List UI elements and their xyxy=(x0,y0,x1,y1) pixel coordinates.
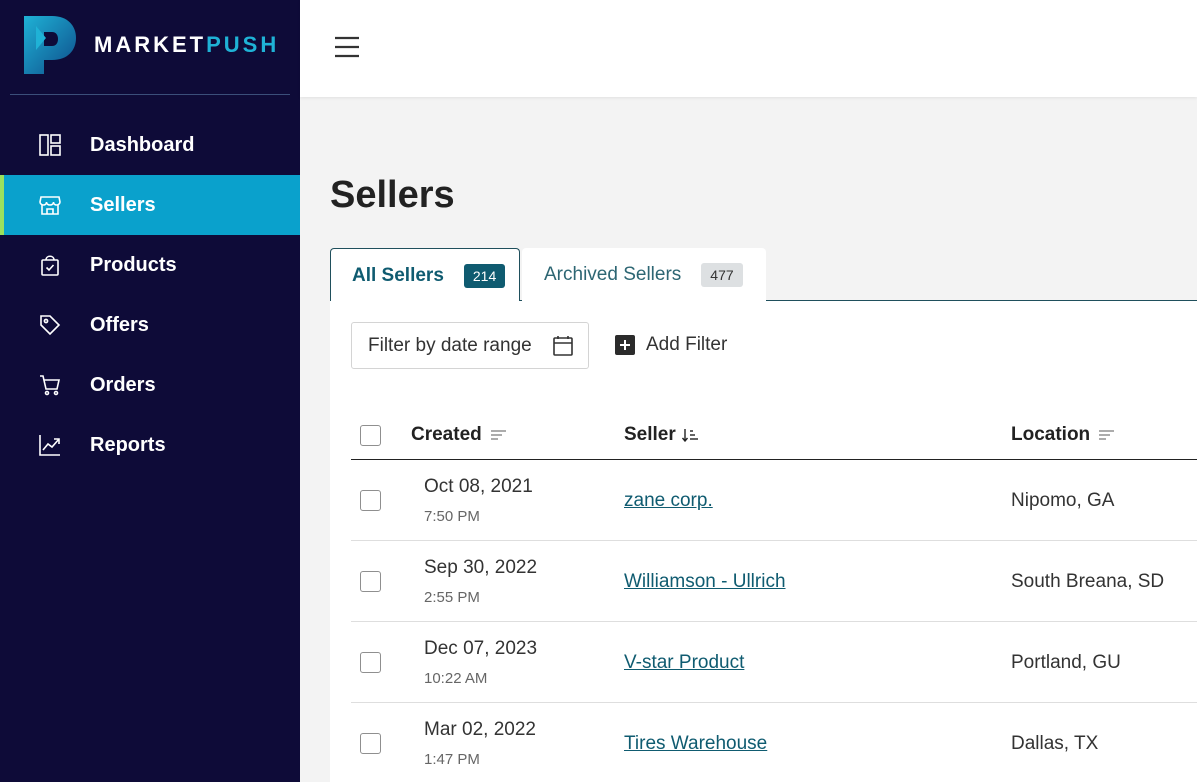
sidebar-item-dashboard[interactable]: Dashboard xyxy=(0,115,300,175)
table-row: Sep 30, 2022 2:55 PM Williamson - Ullric… xyxy=(351,541,1197,622)
store-icon xyxy=(38,193,62,217)
table-row: Mar 02, 2022 1:47 PM Tires Warehouse Dal… xyxy=(351,703,1197,782)
seller-link[interactable]: zane corp. xyxy=(624,490,713,512)
seller-tabs: All Sellers 214 Archived Sellers 477 xyxy=(330,248,1197,302)
date-range-filter[interactable]: Filter by date range xyxy=(351,322,589,369)
sort-icon xyxy=(490,430,506,440)
created-date: Sep 30, 2022 xyxy=(424,557,538,578)
column-header-location[interactable]: Location xyxy=(1011,424,1115,446)
location-text: Dallas, TX xyxy=(1011,733,1099,754)
marketpush-logo-icon xyxy=(24,16,76,74)
column-header-created[interactable]: Created xyxy=(411,424,507,446)
location-text: Portland, GU xyxy=(1011,652,1121,673)
tab-archived-sellers[interactable]: Archived Sellers 477 xyxy=(522,248,766,301)
sidebar-nav: Dashboard Sellers Products Offers Orders xyxy=(0,115,300,475)
sidebar-item-products[interactable]: Products xyxy=(0,235,300,295)
created-time: 2:55 PM xyxy=(424,589,480,606)
tab-label: All Sellers xyxy=(352,264,444,286)
top-bar xyxy=(300,0,1197,97)
chart-icon xyxy=(38,433,62,457)
sidebar-item-orders[interactable]: Orders xyxy=(0,355,300,415)
sort-icon xyxy=(1099,430,1115,440)
brand-name: MARKETPUSH xyxy=(94,32,279,58)
sidebar-item-label: Offers xyxy=(90,313,149,336)
created-date: Mar 02, 2022 xyxy=(424,719,536,740)
sellers-panel: Filter by date range Add Filter Created … xyxy=(330,301,1197,782)
sidebar-item-label: Reports xyxy=(90,433,166,456)
sidebar: MARKETPUSH Dashboard Sellers Products Of… xyxy=(0,0,300,782)
sidebar-item-label: Sellers xyxy=(90,193,156,216)
add-filter-button[interactable]: Add Filter xyxy=(615,334,727,356)
location-text: Nipomo, GA xyxy=(1011,490,1115,511)
sidebar-item-offers[interactable]: Offers xyxy=(0,295,300,355)
count-badge: 477 xyxy=(701,262,743,287)
created-date: Dec 07, 2023 xyxy=(424,638,538,659)
row-checkbox[interactable] xyxy=(360,733,381,754)
add-filter-label: Add Filter xyxy=(646,334,728,355)
brand-logo[interactable]: MARKETPUSH xyxy=(22,16,279,74)
page-title: Sellers xyxy=(330,174,455,216)
seller-link[interactable]: Tires Warehouse xyxy=(624,733,767,755)
sidebar-divider xyxy=(10,94,290,95)
tag-icon xyxy=(38,313,62,337)
date-range-placeholder: Filter by date range xyxy=(368,334,532,356)
hamburger-menu-button[interactable] xyxy=(333,34,361,60)
brand-name-part2: PUSH xyxy=(206,32,280,57)
column-label: Location xyxy=(1011,424,1091,445)
sidebar-item-sellers[interactable]: Sellers xyxy=(0,175,300,235)
shopping-bag-icon xyxy=(38,253,62,277)
created-time: 1:47 PM xyxy=(424,751,480,768)
sidebar-item-label: Products xyxy=(90,253,177,276)
count-badge: 214 xyxy=(463,263,506,288)
plus-square-icon xyxy=(615,335,635,355)
tab-all-sellers[interactable]: All Sellers 214 xyxy=(330,248,520,302)
location-text: South Breana, SD xyxy=(1011,571,1165,592)
sort-ascending-icon xyxy=(681,429,698,442)
column-label: Seller xyxy=(624,424,676,445)
row-checkbox[interactable] xyxy=(360,571,381,592)
seller-link[interactable]: Williamson - Ullrich xyxy=(624,571,786,593)
cart-icon xyxy=(38,373,62,397)
table-header: Created Seller Location xyxy=(351,411,1197,460)
created-time: 10:22 AM xyxy=(424,670,488,687)
dashboard-icon xyxy=(38,133,62,157)
table-row: Oct 08, 2021 7:50 PM zane corp. Nipomo, … xyxy=(351,460,1197,541)
column-header-seller[interactable]: Seller xyxy=(624,424,699,446)
column-label: Created xyxy=(411,424,482,445)
table-row: Dec 07, 2023 10:22 AM V-star Product Por… xyxy=(351,622,1197,703)
seller-link[interactable]: V-star Product xyxy=(624,652,744,674)
created-date: Oct 08, 2021 xyxy=(424,476,533,497)
hamburger-icon xyxy=(335,36,359,58)
tab-label: Archived Sellers xyxy=(544,263,682,285)
row-checkbox[interactable] xyxy=(360,490,381,511)
sidebar-item-label: Dashboard xyxy=(90,133,195,156)
calendar-icon xyxy=(553,336,573,356)
sidebar-item-label: Orders xyxy=(90,373,156,396)
brand-name-part1: MARKET xyxy=(94,32,207,57)
created-time: 7:50 PM xyxy=(424,508,480,525)
sidebar-item-reports[interactable]: Reports xyxy=(0,415,300,475)
select-all-checkbox[interactable] xyxy=(360,425,381,446)
row-checkbox[interactable] xyxy=(360,652,381,673)
